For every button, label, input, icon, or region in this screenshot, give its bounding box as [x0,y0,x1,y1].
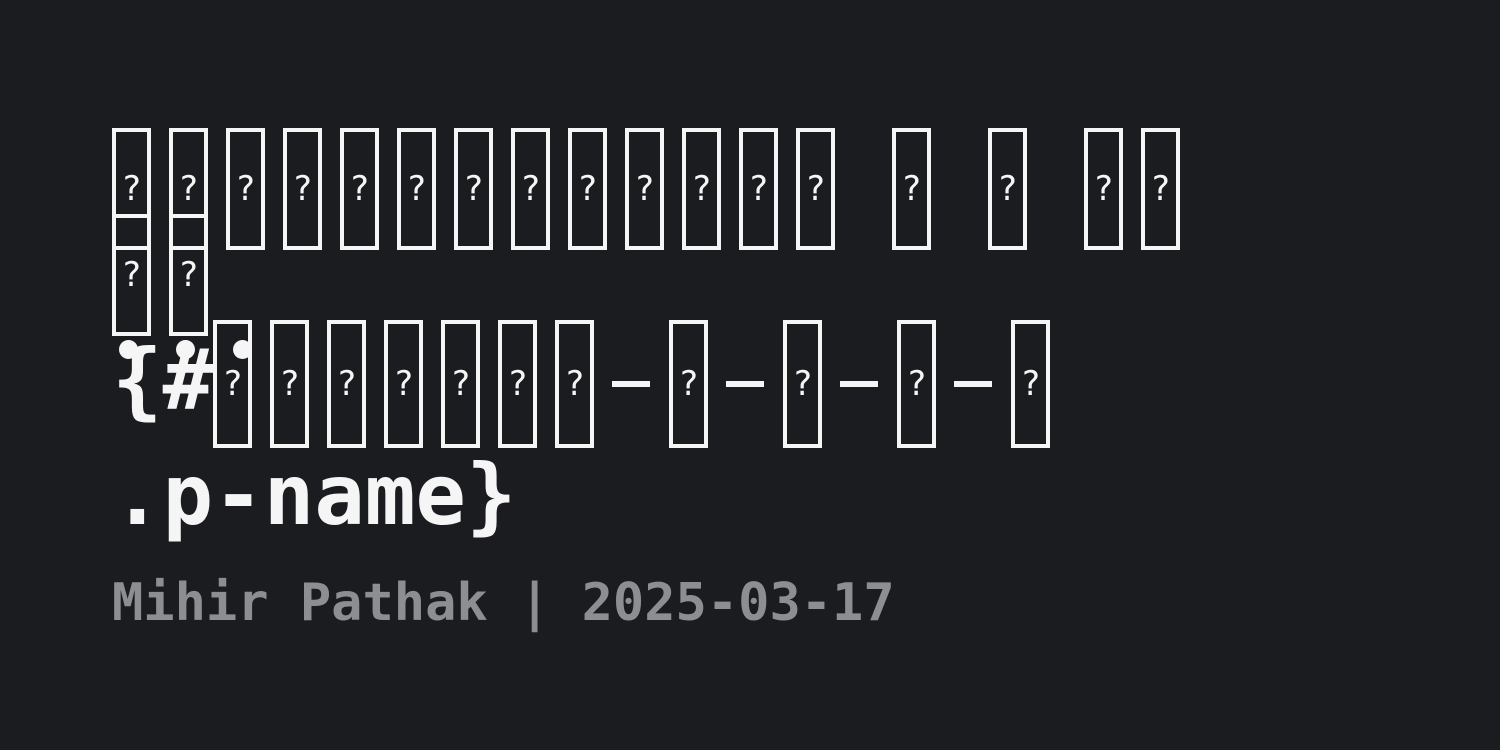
missing-glyph-icon: ? [454,128,493,250]
hyphen-separator [726,381,765,387]
post-title: ? ? ? ? ? ? ? ? ? ? ? ? ? ? ? ? ? ? ? {#… [112,128,1402,545]
missing-glyph-icon: ? [669,320,709,448]
cover-card: ? ? ? ? ? ? ? ? ? ? ? ? ? ? ? ? ? ? ? {#… [0,0,1500,750]
dot-icon [176,340,195,359]
missing-glyph-icon: ? [327,320,367,448]
post-meta: Mihir Pathak | 2025-03-17 [112,573,895,633]
missing-glyph-icon: ? [796,128,835,250]
dot-icon [233,340,252,359]
missing-glyph-icon: ? [568,128,607,250]
hyphen-separator [954,381,993,387]
title-line-4: .p-name} [112,445,1402,545]
missing-glyph-icon: ? [511,128,550,250]
missing-glyph-icon: ? [625,128,664,250]
missing-glyph-icon: ? [226,128,265,250]
missing-glyph-icon: ? [682,128,721,250]
missing-glyph-icon: ? [897,320,937,448]
missing-glyph-icon: ? [988,128,1027,250]
missing-glyph-icon: ? [1084,128,1123,250]
missing-glyph-icon: ? [498,320,538,448]
dot-icon [119,340,138,359]
hyphen-separator [612,381,651,387]
missing-glyph-icon: ? [340,128,379,250]
missing-glyph-icon: ? [555,320,595,448]
ellipsis-dots [119,316,290,370]
missing-glyph-icon: ? [1011,320,1051,448]
missing-glyph-icon: ? [441,320,481,448]
title-line-1: ? ? ? ? ? ? ? ? ? ? ? ? ? ? ? ? ? [112,128,1402,250]
title-line-3: {# ? ? ? ? ? ? ? ? ? ? ? [112,320,1402,448]
missing-glyph-icon: ? [1141,128,1180,250]
hyphen-separator [840,381,879,387]
missing-glyph-icon: ? [892,128,931,250]
missing-glyph-icon: ? [783,320,823,448]
missing-glyph-icon: ? [384,320,424,448]
title-suffix: .p-name} [112,446,517,544]
missing-glyph-icon: ? [739,128,778,250]
missing-glyph-icon: ? [397,128,436,250]
missing-glyph-icon: ? [283,128,322,250]
